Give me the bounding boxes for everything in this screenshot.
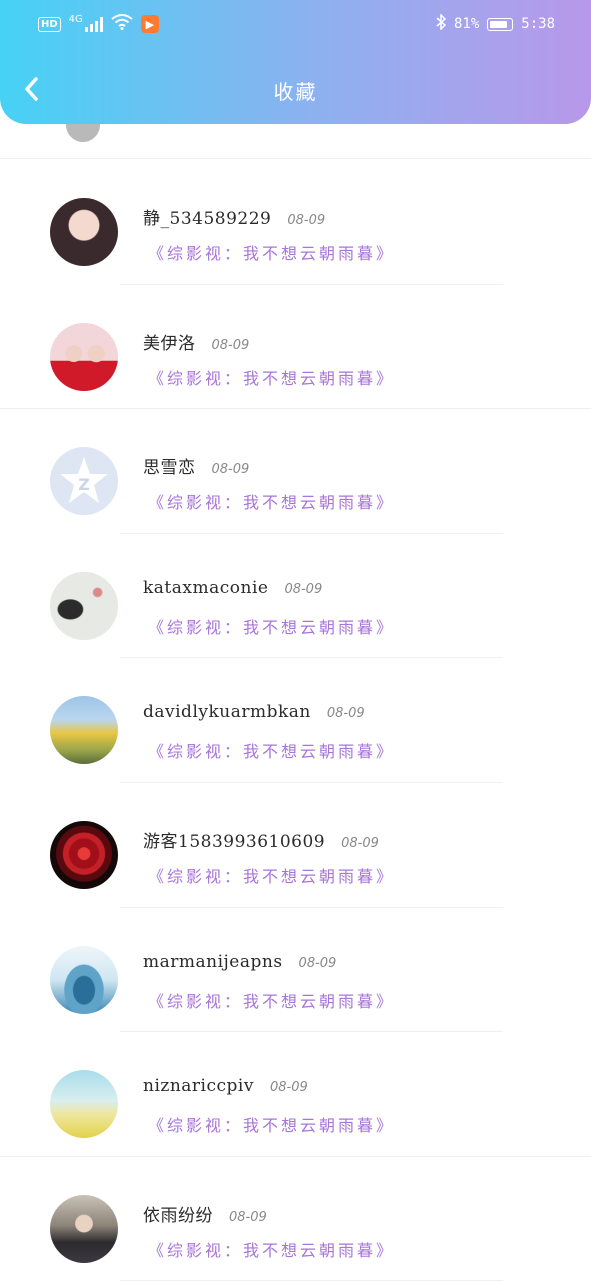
list-item[interactable]: niznariccpiv 08-09 《综影视：我不想云朝雨暮》 xyxy=(0,1032,591,1157)
book-title[interactable]: 《综影视：我不想云朝雨暮》 xyxy=(148,863,395,887)
avatar[interactable] xyxy=(50,322,118,391)
list-item[interactable]: kataxmaconie 08-09 《综影视：我不想云朝雨暮》 xyxy=(0,534,591,659)
avatar[interactable] xyxy=(50,945,118,1014)
page-title: 收藏 xyxy=(273,80,318,104)
divider xyxy=(0,158,591,159)
list-item[interactable]: davidlykuarmbkan 08-09 《综影视：我不想云朝雨暮》 xyxy=(0,658,591,783)
list-item[interactable]: Z 思雪恋 08-09 《综影视：我不想云朝雨暮》 xyxy=(0,409,591,534)
book-title[interactable]: 《综影视：我不想云朝雨暮》 xyxy=(148,988,395,1012)
app-notification-icon: ▶ xyxy=(140,15,159,33)
user-name: niznariccpiv xyxy=(143,1076,254,1097)
avatar[interactable] xyxy=(50,1070,118,1139)
book-title[interactable]: 《综影视：我不想云朝雨暮》 xyxy=(148,489,395,513)
date-label: 08-09 xyxy=(298,955,337,971)
user-name: 静_534589229 xyxy=(143,209,272,229)
user-name: 美伊洛 xyxy=(143,333,196,354)
default-avatar[interactable]: Z xyxy=(50,447,118,516)
book-title[interactable]: 《综影视：我不想云朝雨暮》 xyxy=(148,1237,395,1261)
user-name: 游客1583993610609 xyxy=(143,831,326,852)
avatar[interactable] xyxy=(50,1194,118,1263)
app-header: HD 4G ▶ 81% 5:38 收藏 xyxy=(0,0,591,124)
date-label: 08-09 xyxy=(326,706,365,722)
list-item[interactable]: 静_534589229 08-09 《综影视：我不想云朝雨暮》 xyxy=(0,160,591,285)
book-title[interactable]: 《综影视：我不想云朝雨暮》 xyxy=(148,1112,395,1136)
date-label: 08-09 xyxy=(211,462,250,478)
user-name: marmanijeapns xyxy=(143,951,283,972)
svg-text:Z: Z xyxy=(78,475,90,494)
book-title[interactable]: 《综影视：我不想云朝雨暮》 xyxy=(148,240,395,264)
user-name: 依雨纷纷 xyxy=(143,1205,213,1226)
avatar[interactable] xyxy=(50,696,118,765)
wifi-icon xyxy=(111,14,133,34)
list-item[interactable]: 依雨纷纷 08-09 《综影视：我不想云朝雨暮》 xyxy=(0,1157,591,1281)
user-name: davidlykuarmbkan xyxy=(143,702,311,723)
battery-icon xyxy=(487,17,514,31)
hd-indicator: HD xyxy=(38,16,61,32)
status-bar: HD 4G ▶ 81% 5:38 xyxy=(0,0,591,50)
date-label: 08-09 xyxy=(284,581,323,597)
star-icon: Z xyxy=(60,457,108,504)
date-label: 08-09 xyxy=(341,835,379,851)
book-title[interactable]: 《综影视：我不想云朝雨暮》 xyxy=(148,365,395,389)
battery-percent: 81% xyxy=(453,16,480,32)
date-label: 08-09 xyxy=(287,213,326,228)
network-type: 4G xyxy=(68,13,83,25)
bluetooth-icon xyxy=(436,13,447,34)
avatar[interactable] xyxy=(50,198,118,266)
book-title[interactable]: 《综影视：我不想云朝雨暮》 xyxy=(148,614,395,638)
clock: 5:38 xyxy=(521,16,555,32)
date-label: 08-09 xyxy=(229,1209,267,1225)
list-item[interactable]: 美伊洛 08-09 《综影视：我不想云朝雨暮》 xyxy=(0,285,591,410)
date-label: 08-09 xyxy=(211,337,250,353)
user-name: kataxmaconie xyxy=(143,577,269,598)
signal-icon xyxy=(84,16,103,32)
book-title[interactable]: 《综影视：我不想云朝雨暮》 xyxy=(148,738,395,762)
favorites-list: 静_534589229 08-09 《综影视：我不想云朝雨暮》 美伊洛 08-09 … xyxy=(0,160,591,1281)
avatar[interactable] xyxy=(50,571,118,640)
list-item[interactable]: marmanijeapns 08-09 《综影视：我不想云朝雨暮》 xyxy=(0,908,591,1033)
avatar[interactable] xyxy=(50,820,118,889)
date-label: 08-09 xyxy=(269,1080,308,1096)
user-name: 思雪恋 xyxy=(143,458,196,479)
list-item[interactable]: 游客1583993610609 08-09 《综影视：我不想云朝雨暮》 xyxy=(0,783,591,908)
